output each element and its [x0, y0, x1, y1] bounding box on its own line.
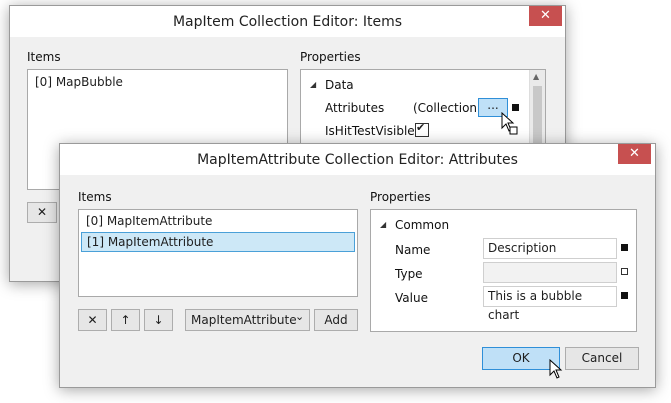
outer-remove-button[interactable]: ✕	[27, 202, 57, 223]
type-value-marker[interactable]	[621, 268, 628, 275]
list-item-selected[interactable]: [1] MapItemAttribute	[81, 232, 355, 252]
value-value-marker[interactable]	[621, 292, 628, 299]
outer-item-mapbubble[interactable]: [0] MapBubble	[30, 73, 285, 91]
value-field[interactable]: This is a bubble chart	[483, 286, 617, 322]
check-icon: ✔	[416, 121, 426, 134]
cancel-button[interactable]: Cancel	[565, 347, 639, 370]
name-value-marker[interactable]	[621, 244, 628, 251]
ishittestvisible-checkbox[interactable]: ✔	[415, 121, 429, 137]
outer-close-button[interactable]: ✕	[529, 6, 562, 26]
inner-title: MapItemAttribute Collection Editor: Attr…	[197, 152, 518, 168]
attributes-label: Attributes	[325, 101, 385, 115]
outer-properties-label: Properties	[300, 50, 361, 64]
list-item[interactable]: [0] MapItemAttribute	[81, 212, 355, 230]
name-field[interactable]: Description	[483, 238, 617, 259]
type-field[interactable]	[483, 262, 617, 283]
outer-titlebar: MapItem Collection Editor: Items ✕	[10, 6, 565, 37]
move-down-button[interactable]: ↓	[144, 309, 173, 331]
mouse-cursor-icon	[549, 359, 563, 379]
inner-property-grid: ◢ Common Name Description Type Value Thi…	[370, 209, 637, 332]
move-up-button[interactable]: ↑	[111, 309, 140, 331]
chevron-down-icon: ⌄	[295, 310, 305, 323]
inner-close-button[interactable]: ✕	[618, 144, 651, 164]
expand-triangle-icon[interactable]: ◢	[310, 80, 316, 89]
attributes-value: (Collection)	[413, 101, 482, 115]
name-label: Name	[395, 243, 431, 257]
item-type-select[interactable]: MapItemAttribute ⌄	[185, 309, 310, 331]
inner-items-label: Items	[78, 190, 112, 204]
attributes-value-marker[interactable]	[512, 104, 519, 111]
outer-items-label: Items	[27, 50, 61, 64]
ishittestvisible-label: IsHitTestVisible	[325, 124, 415, 138]
value-label: Value	[395, 291, 428, 305]
inner-titlebar: MapItemAttribute Collection Editor: Attr…	[60, 144, 655, 175]
inner-dialog: MapItemAttribute Collection Editor: Attr…	[59, 143, 656, 388]
type-label: Type	[395, 267, 423, 281]
scroll-up-icon[interactable]: ▲	[533, 72, 539, 81]
inner-items-list[interactable]: [0] MapItemAttribute [1] MapItemAttribut…	[78, 209, 358, 297]
inner-category-common: Common	[395, 218, 450, 232]
add-button[interactable]: Add	[314, 309, 358, 331]
item-type-select-value: MapItemAttribute	[191, 313, 297, 327]
inner-properties-label: Properties	[370, 190, 431, 204]
inner-remove-button[interactable]: ✕	[78, 309, 107, 331]
outer-category-data: Data	[325, 78, 354, 92]
outer-title: MapItem Collection Editor: Items	[172, 14, 403, 30]
copy-cursor-badge-icon	[509, 126, 518, 135]
expand-triangle-icon[interactable]: ◢	[380, 220, 386, 229]
